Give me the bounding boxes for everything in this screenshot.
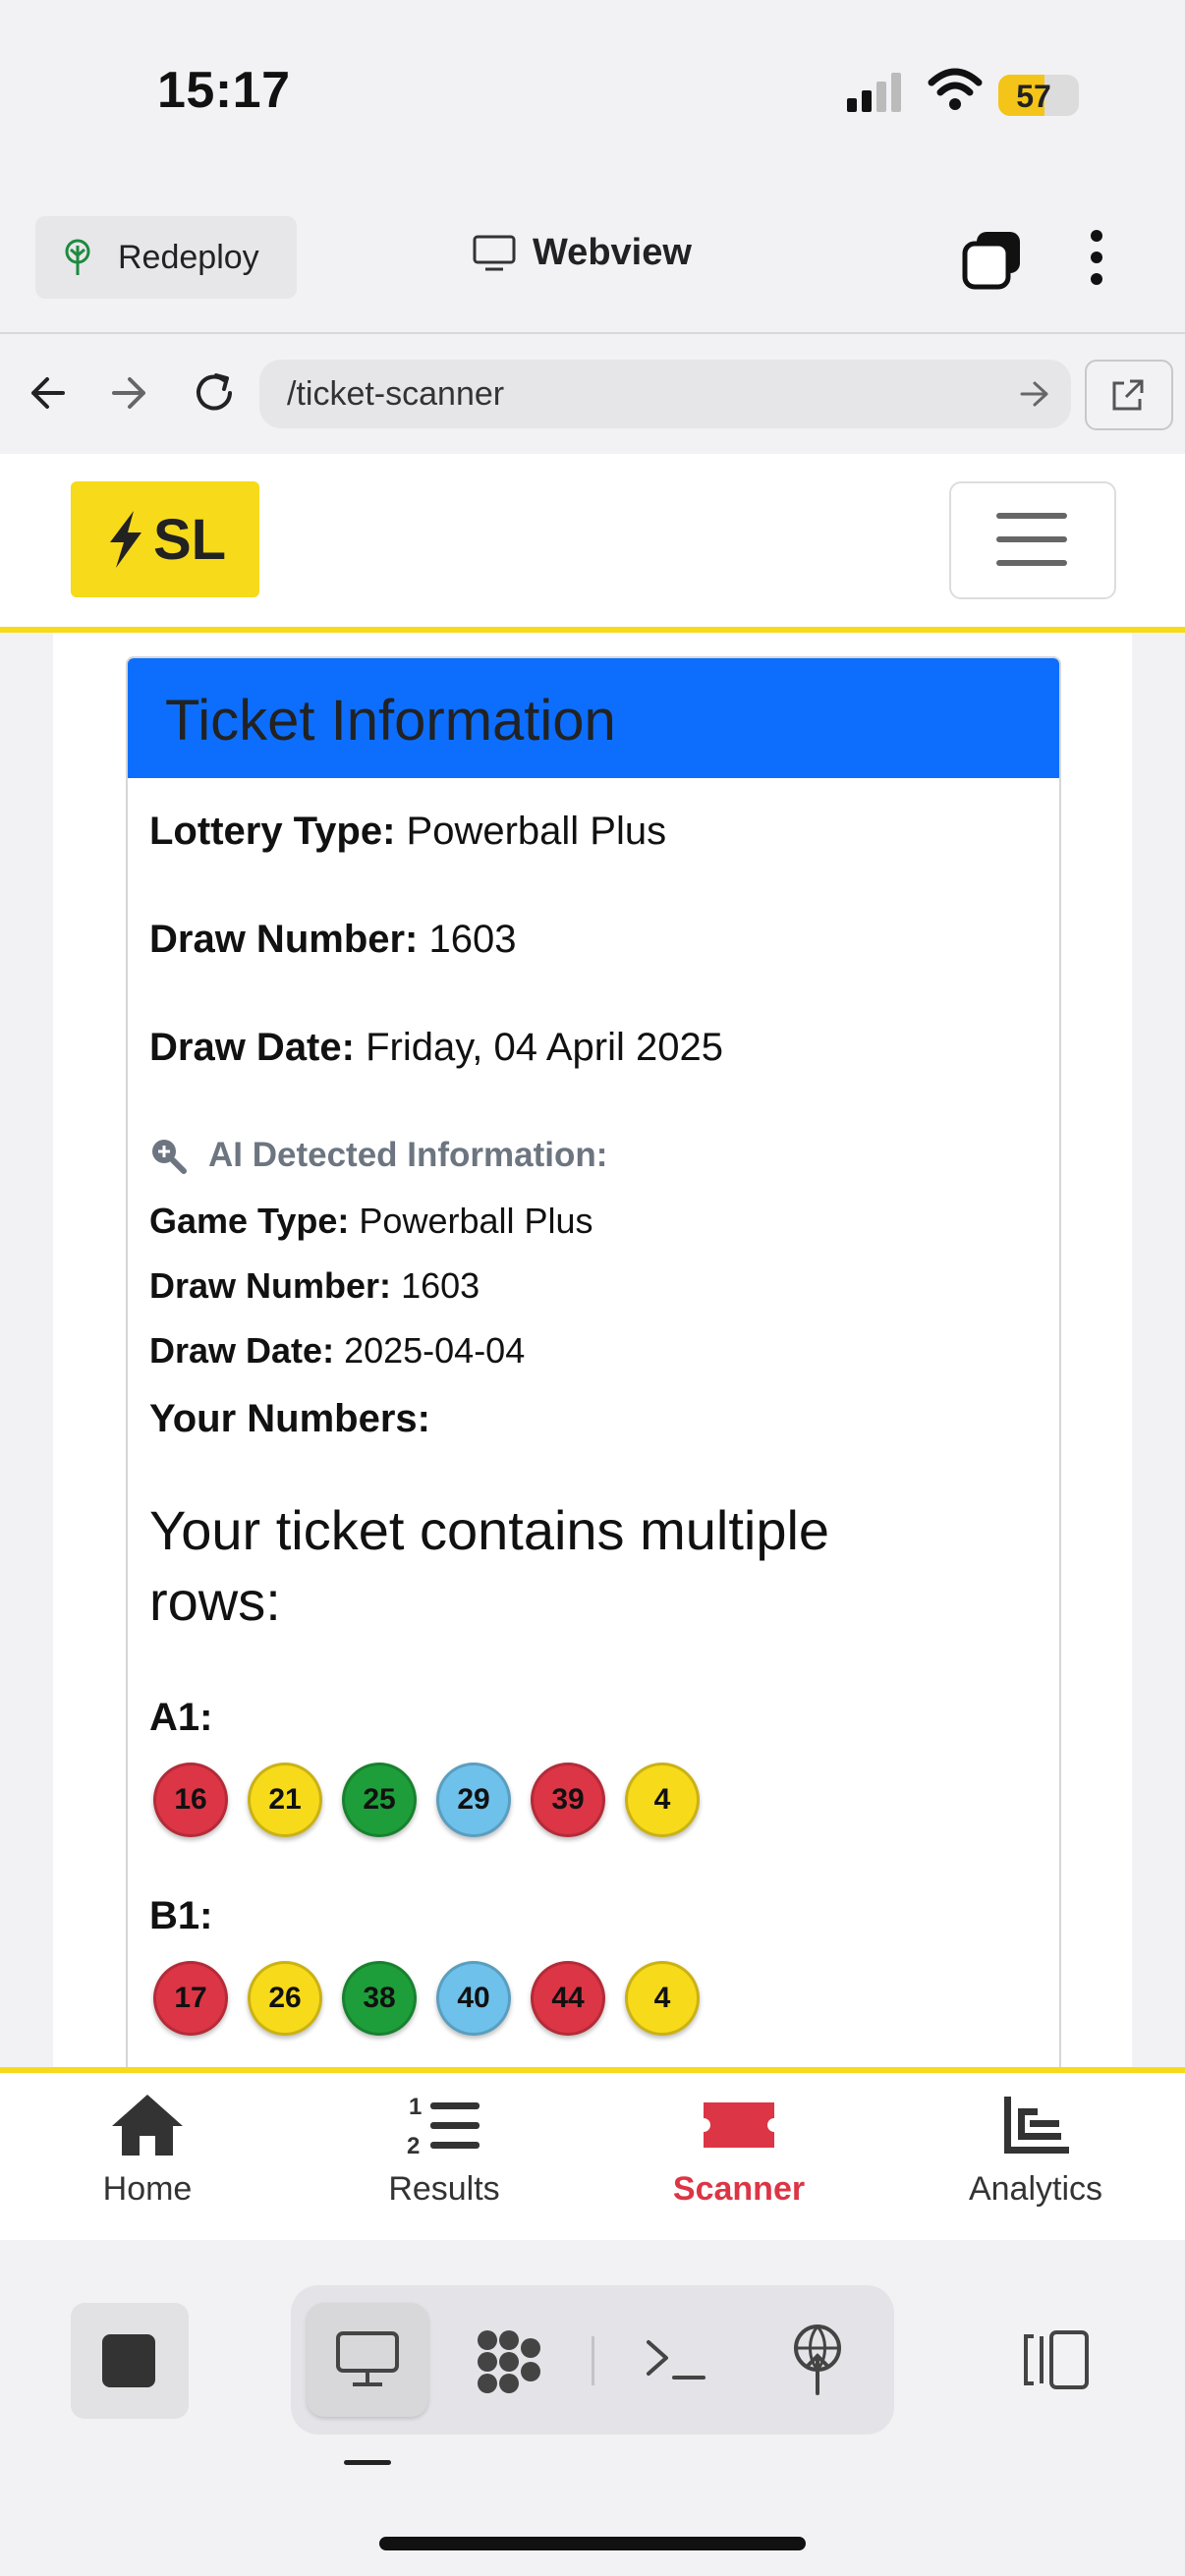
lottery-ball: 17 bbox=[153, 1961, 228, 2036]
ai-draw-number-row: Draw Number: 1603 bbox=[149, 1265, 480, 1306]
deploy-tree-icon bbox=[65, 239, 90, 275]
logo-text: SL bbox=[152, 507, 227, 572]
hamburger-line bbox=[996, 560, 1067, 566]
lottery-ball: 21 bbox=[248, 1763, 322, 1837]
svg-text:1: 1 bbox=[409, 2094, 422, 2120]
wifi-icon bbox=[928, 68, 983, 110]
active-tool-indicator bbox=[344, 2460, 391, 2465]
redeploy-label: Redeploy bbox=[118, 238, 259, 276]
hamburger-line bbox=[996, 536, 1067, 542]
open-external-button[interactable] bbox=[1085, 360, 1173, 430]
more-options-icon[interactable] bbox=[1079, 228, 1114, 287]
nav-scanner[interactable]: Scanner bbox=[592, 2091, 886, 2209]
ai-heading-text: AI Detected Information: bbox=[208, 1136, 608, 1174]
webview-title: Webview bbox=[472, 232, 692, 274]
cellular-signal-icon bbox=[847, 73, 901, 112]
svg-text:2: 2 bbox=[407, 2133, 420, 2159]
your-numbers-label: Your Numbers: bbox=[149, 1397, 430, 1440]
split-view-icon[interactable] bbox=[1018, 2328, 1093, 2391]
lottery-ball: 29 bbox=[436, 1763, 511, 1837]
ai-detected-heading: AI Detected Information: bbox=[149, 1136, 607, 1175]
modules-icon[interactable] bbox=[472, 2326, 546, 2395]
battery-percent: 57 bbox=[1016, 79, 1051, 114]
lottery-ball: 39 bbox=[531, 1763, 605, 1837]
monitor-icon bbox=[336, 2331, 399, 2386]
magnify-plus-icon bbox=[152, 1140, 187, 1174]
house-icon bbox=[112, 2095, 183, 2156]
redeploy-button[interactable]: Redeploy bbox=[35, 216, 297, 299]
multiple-rows-heading: Your ticket contains multiple rows: bbox=[149, 1499, 830, 1632]
nav-results[interactable]: 1 2 Results bbox=[297, 2091, 592, 2209]
nav-home[interactable]: Home bbox=[0, 2091, 295, 2209]
ai-draw-date-row: Draw Date: 2025-04-04 bbox=[149, 1330, 526, 1371]
lottery-ball: 38 bbox=[342, 1961, 417, 2036]
site-logo[interactable]: SL bbox=[71, 481, 259, 597]
ai-game-type-row: Game Type: Powerball Plus bbox=[149, 1201, 593, 1241]
menu-toggle-button[interactable] bbox=[949, 481, 1116, 599]
battery-indicator: 57 bbox=[998, 75, 1079, 116]
terminal-icon[interactable] bbox=[643, 2330, 709, 2389]
monitor-icon bbox=[473, 235, 516, 270]
toolbar-divider bbox=[592, 2336, 594, 2385]
desktop-view-button[interactable] bbox=[307, 2303, 428, 2417]
nav-results-label: Results bbox=[388, 2170, 500, 2208]
forward-arrow-icon[interactable] bbox=[108, 373, 151, 413]
stop-button[interactable] bbox=[71, 2303, 189, 2419]
draw-date-row: Draw Date: Friday, 04 April 2025 bbox=[149, 1026, 723, 1069]
nav-analytics[interactable]: Analytics bbox=[888, 2091, 1183, 2209]
tabs-icon[interactable] bbox=[961, 230, 1024, 291]
powerball: 4 bbox=[625, 1961, 700, 2036]
lottery-ball: 16 bbox=[153, 1763, 228, 1837]
lottery-ball: 26 bbox=[248, 1961, 322, 2036]
powerball: 4 bbox=[625, 1763, 700, 1837]
go-arrow-icon[interactable] bbox=[1018, 379, 1051, 409]
nav-home-label: Home bbox=[102, 2170, 193, 2208]
lottery-ball: 25 bbox=[342, 1763, 417, 1837]
status-time: 15:17 bbox=[157, 62, 291, 119]
nav-analytics-label: Analytics bbox=[968, 2170, 1103, 2208]
nav-scanner-label: Scanner bbox=[672, 2170, 806, 2208]
home-indicator[interactable] bbox=[379, 2537, 806, 2550]
url-text: /ticket-scanner bbox=[287, 375, 505, 413]
external-link-icon bbox=[1112, 379, 1144, 411]
reload-icon[interactable] bbox=[189, 367, 240, 419]
lottery-ball: 44 bbox=[531, 1961, 605, 2036]
row-label-a1: A1: bbox=[149, 1696, 213, 1739]
hamburger-line bbox=[996, 513, 1067, 519]
deploy-icon[interactable] bbox=[784, 2323, 851, 2397]
stop-icon bbox=[102, 2334, 155, 2387]
lottery-ball: 40 bbox=[436, 1961, 511, 2036]
lightning-bolt-icon bbox=[109, 511, 141, 568]
card-title: Ticket Information bbox=[165, 689, 616, 753]
draw-number-row: Draw Number: 1603 bbox=[149, 918, 517, 961]
numbered-list-icon: 1 2 bbox=[407, 2094, 480, 2159]
back-arrow-icon[interactable] bbox=[26, 373, 69, 413]
webview-title-text: Webview bbox=[533, 232, 692, 273]
row-label-b1: B1: bbox=[149, 1894, 213, 1937]
lottery-type-row: Lottery Type: Powerball Plus bbox=[149, 810, 667, 853]
card-header: Ticket Information bbox=[128, 658, 1059, 778]
bar-chart-icon bbox=[1004, 2097, 1069, 2154]
ticket-icon bbox=[704, 2102, 774, 2148]
